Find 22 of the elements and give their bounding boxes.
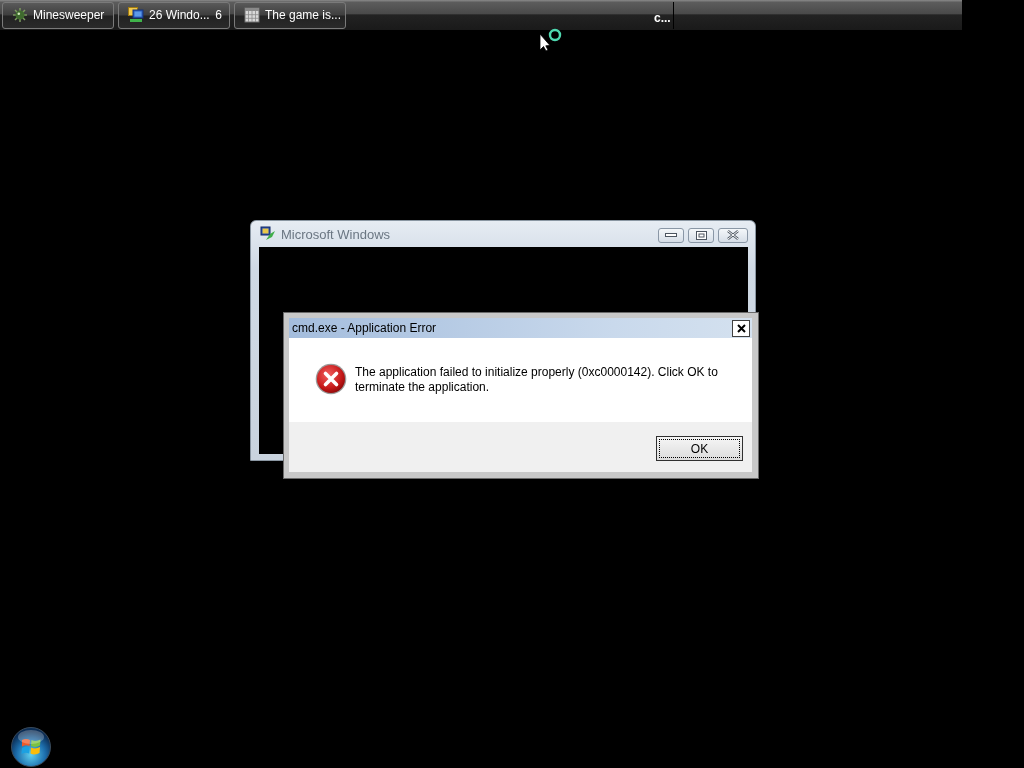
minimize-button[interactable] (658, 227, 684, 243)
close-button[interactable] (732, 319, 750, 337)
taskbar-button[interactable]: 26 Windo... 6 (118, 1, 230, 29)
taskbar-button[interactable]: c... (654, 1, 674, 29)
mine-icon (12, 7, 28, 23)
dialog-title: cmd.exe - Application Error (292, 321, 437, 335)
start-orb-icon[interactable] (11, 727, 51, 767)
taskbar-button[interactable]: The game is... (234, 1, 346, 29)
maximize-icon (695, 230, 707, 240)
program-icon (260, 226, 276, 242)
close-icon (727, 230, 739, 240)
error-message: The application failed to initialize properly (0xc0000142). Click OK to terminate the application. (355, 365, 719, 395)
ok-button[interactable]: OK (656, 436, 743, 461)
taskbar-button[interactable]: Minesweeper (2, 1, 114, 29)
maximize-button[interactable] (688, 227, 714, 243)
close-icon (736, 323, 746, 333)
monitor-icon (128, 7, 144, 23)
window-title: Microsoft Windows (281, 226, 391, 242)
error-icon (315, 363, 347, 395)
grid-icon (244, 7, 260, 23)
busy-cursor-icon (539, 28, 563, 52)
minimize-icon (665, 233, 677, 237)
